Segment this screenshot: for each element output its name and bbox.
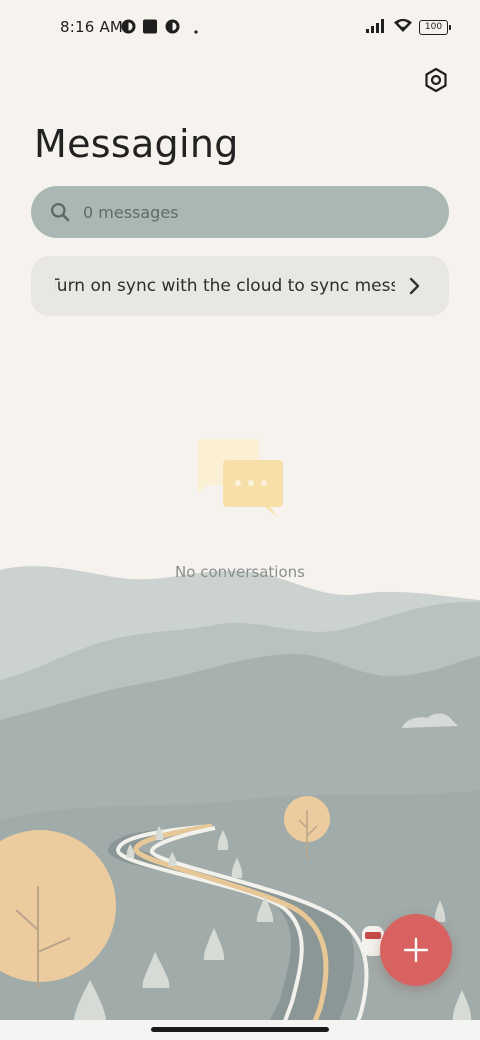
page-title: Messaging bbox=[34, 122, 239, 166]
chevron-right-icon bbox=[409, 277, 420, 295]
dot-icon bbox=[194, 19, 198, 38]
sync-text-container: Turn on sync with the cloud to sync mess… bbox=[55, 256, 395, 316]
search-input[interactable] bbox=[81, 201, 405, 223]
sync-banner-text: Turn on sync with the cloud to sync mess… bbox=[55, 276, 395, 296]
system-icons: 100 bbox=[365, 17, 451, 37]
status-bar: 8:16 AM 100 bbox=[0, 0, 480, 56]
notification-app-icon bbox=[165, 19, 180, 38]
home-indicator[interactable] bbox=[151, 1027, 329, 1032]
notification-app-icon bbox=[121, 19, 136, 38]
settings-button[interactable] bbox=[420, 64, 452, 96]
search-bar[interactable] bbox=[31, 186, 449, 238]
signal-icon bbox=[365, 18, 387, 37]
battery-icon: 100 bbox=[419, 19, 451, 35]
square-notification-icon bbox=[142, 19, 159, 38]
plus-icon bbox=[403, 937, 429, 963]
sync-banner[interactable]: Turn on sync with the cloud to sync mess… bbox=[31, 256, 449, 316]
notification-icons bbox=[121, 19, 198, 38]
chat-bubbles-icon bbox=[198, 439, 283, 517]
wifi-icon bbox=[393, 17, 413, 37]
settings-icon bbox=[425, 67, 447, 93]
empty-state-text: No conversations bbox=[175, 563, 305, 581]
search-icon bbox=[51, 203, 70, 222]
new-conversation-button[interactable] bbox=[380, 914, 452, 986]
status-time: 8:16 AM bbox=[60, 18, 124, 36]
